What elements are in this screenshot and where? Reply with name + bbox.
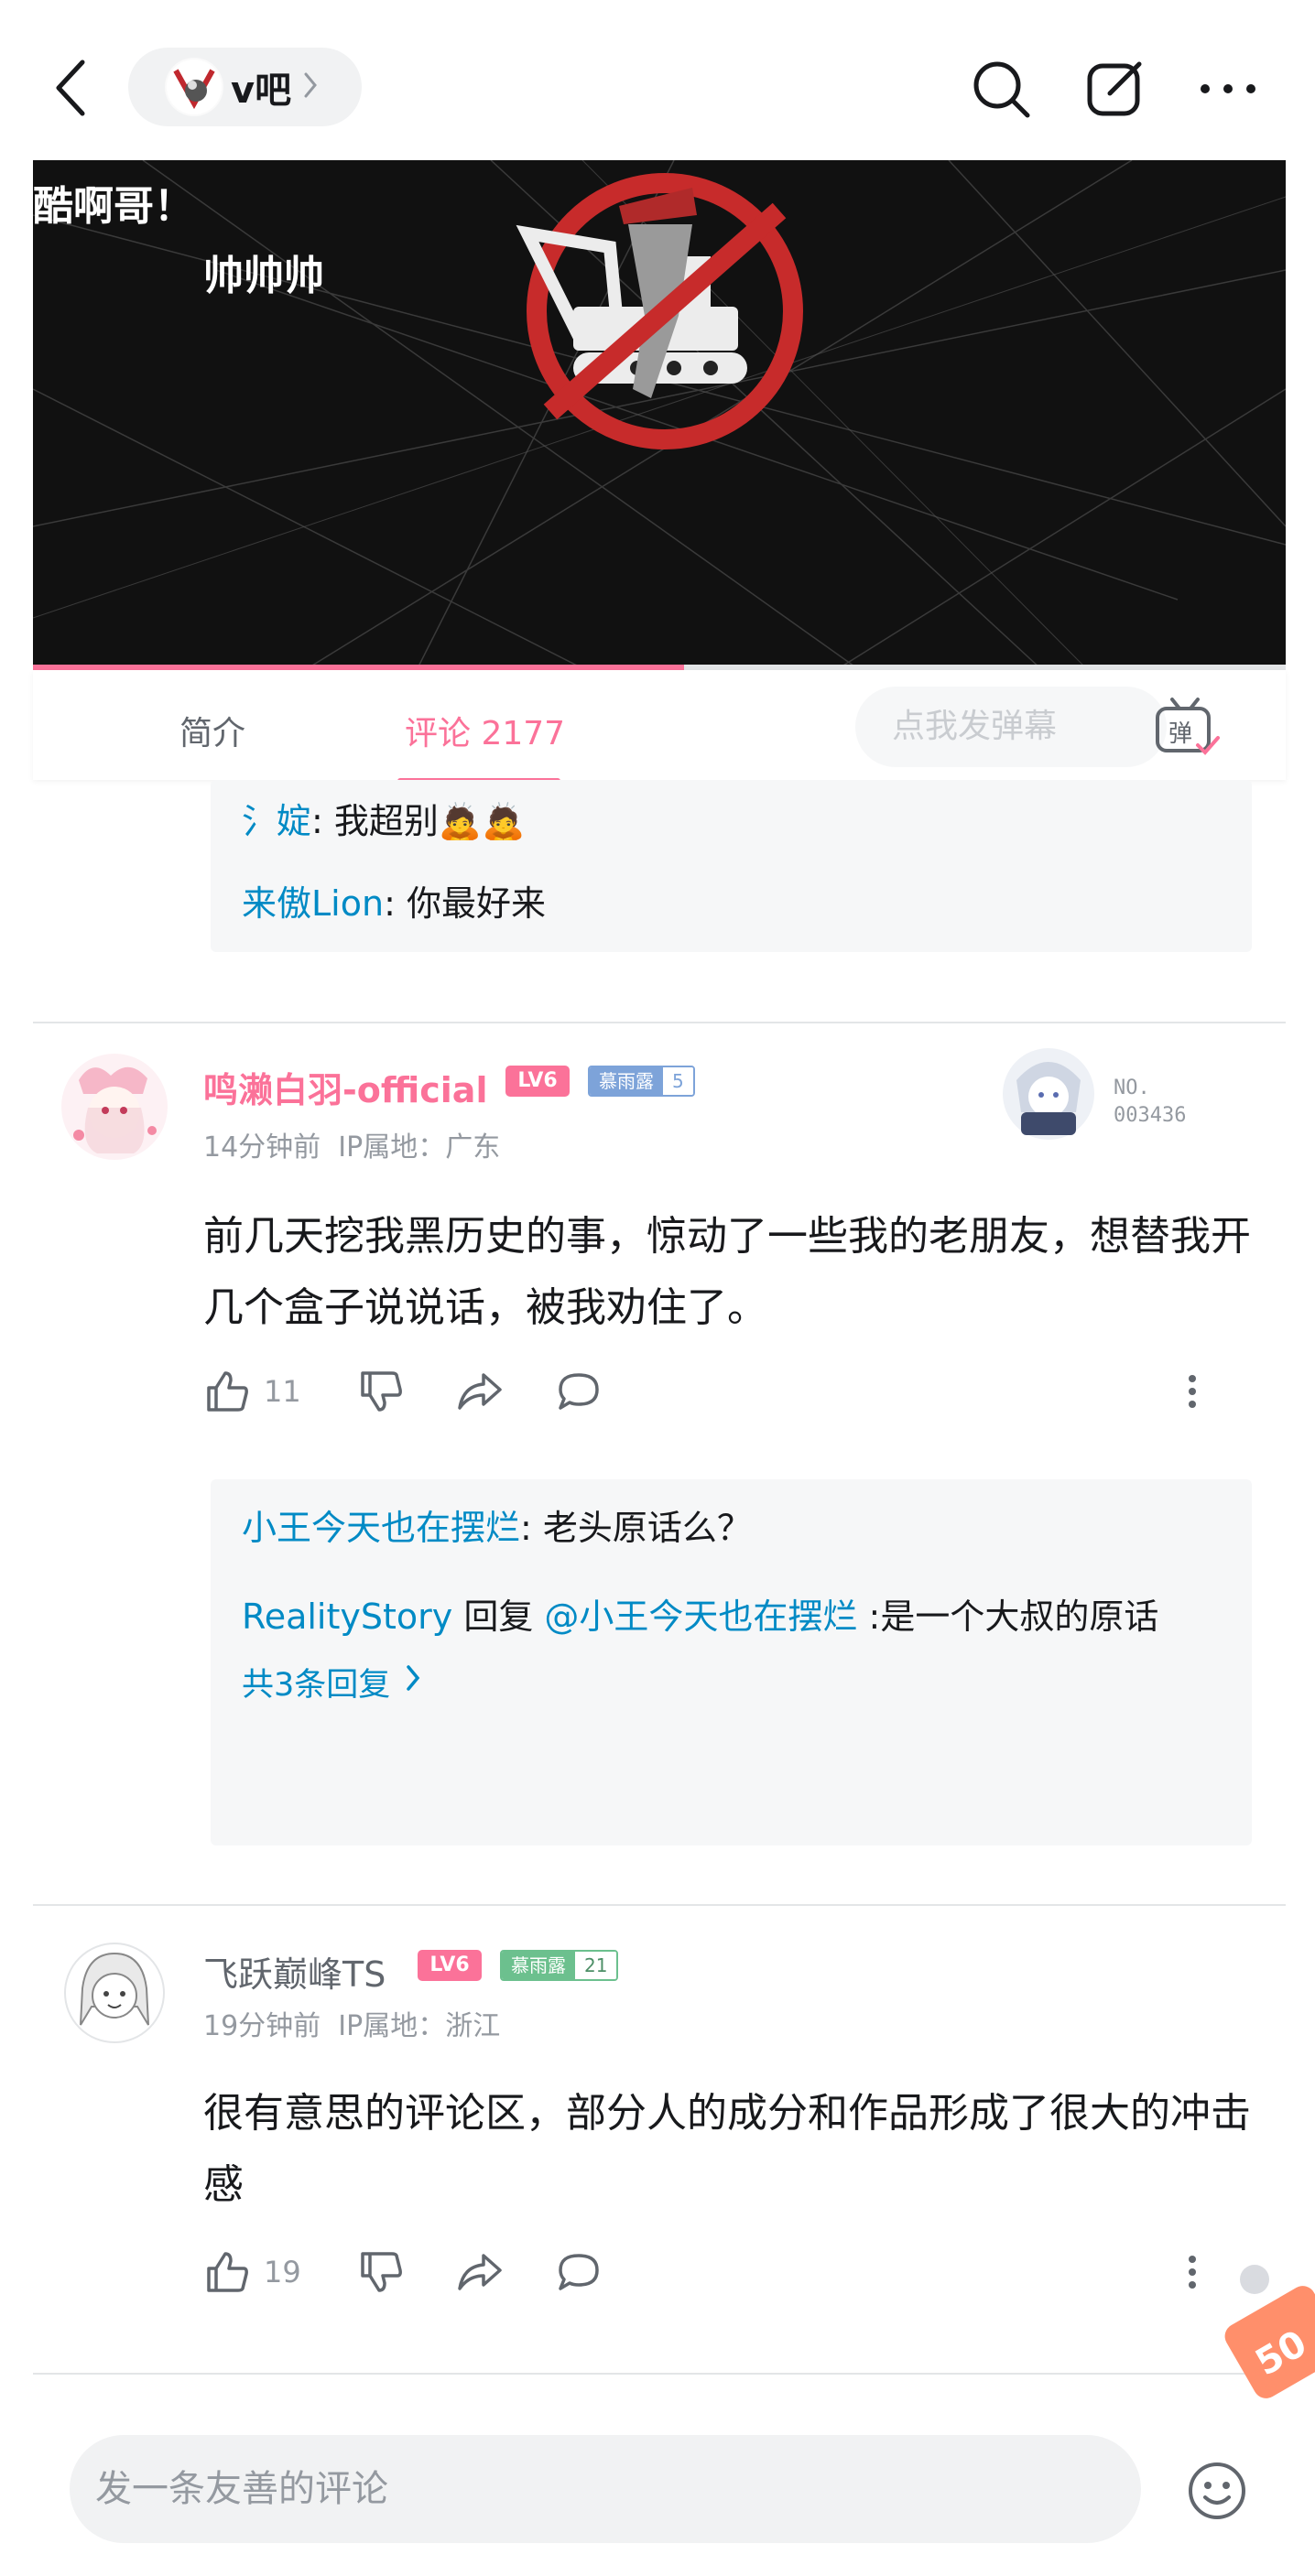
comment-text: 前几天挖我黑历史的事，惊动了一些我的老朋友，想替我开几个盒子说说话，被我劝住了。 (203, 1213, 1251, 1331)
comment-more-icon[interactable] (1183, 1368, 1201, 1415)
reply-text: :是一个大叔的原话 (857, 1596, 1159, 1637)
more-icon[interactable] (1196, 57, 1260, 121)
comment-time: 19分钟前 (203, 2010, 321, 2042)
comment-more-icon[interactable] (1183, 2248, 1201, 2296)
floating-promo-badge[interactable]: 50 (1218, 2261, 1315, 2398)
level-badge: LV6 (418, 1950, 482, 1981)
view-more-replies[interactable]: 共3条回复 (242, 1659, 1221, 1705)
like-button[interactable]: 19 (203, 2248, 301, 2296)
fan-medal-level: 21 (575, 1952, 617, 1979)
reply-mention[interactable]: @小王今天也在摆烂 (544, 1596, 857, 1637)
danmaku-toggle-icon[interactable]: 弹 (1150, 696, 1223, 760)
thumb-up-icon (203, 1368, 251, 1415)
comment-username[interactable]: 鸣濑白羽-official (203, 1062, 487, 1112)
reply-preview-box[interactable]: 小王今天也在摆烂: 老头原话么？ RealityStory 回复 @小王今天也在… (211, 1479, 1252, 1845)
reply-username[interactable]: 小王今天也在摆烂 (242, 1508, 520, 1548)
reply-item: RealityStory 回复 @小王今天也在摆烂 :是一个大叔的原话 (242, 1584, 1221, 1650)
channel-name: v吧 (231, 70, 292, 112)
reply-text: : 我超别🙇🙇 (311, 801, 526, 841)
comment-item: 鸣濑白羽-official LV6 慕雨露 5 14分钟前 IP属地：广东 NO… (0, 1044, 1315, 1867)
comment-item: 飞跃巅峰TS LV6 慕雨露 21 19分钟前 IP属地：浙江 很有意思的评论区… (0, 1922, 1315, 2343)
reply-connector: 回复 (452, 1596, 545, 1637)
level-badge: LV6 (505, 1066, 570, 1097)
reply-preview-box[interactable]: 氵婝: 我超别🙇🙇 来傲Lion: 你最好来 (211, 780, 1252, 952)
reply-text: : 你最好来 (384, 883, 546, 924)
fan-medal-name: 慕雨露 (502, 1952, 575, 1979)
comment-meta: 19分钟前 IP属地：浙江 (203, 2003, 500, 2043)
fan-medal-name: 慕雨露 (590, 1067, 663, 1095)
reply-username[interactable]: 来傲Lion (242, 883, 384, 924)
danmaku-input[interactable]: 点我发弹幕 (855, 687, 1167, 767)
comment-actions: 19 (203, 2248, 1247, 2303)
back-icon[interactable] (46, 55, 97, 121)
chevron-right-icon (302, 70, 319, 103)
thumb-down-icon (357, 1368, 405, 1415)
reply-item: 来傲Lion: 你最好来 (242, 879, 1221, 928)
comment-time: 14分钟前 (203, 1131, 321, 1164)
channel-pill[interactable]: v吧 (128, 48, 362, 126)
comment-meta: 14分钟前 IP属地：广东 (203, 1124, 500, 1164)
danmaku-icon-label: 弹 (1168, 720, 1192, 748)
nft-label: NO. (1114, 1077, 1150, 1099)
thumb-up-icon (203, 2248, 251, 2296)
share-icon (456, 2248, 504, 2296)
reply-button[interactable] (555, 1368, 603, 1415)
chevron-right-icon (405, 1663, 421, 1701)
comment-bubble-icon (555, 2248, 603, 2296)
comment-text: 很有意思的评论区，部分人的成分和作品形成了很大的冲击感 (203, 2090, 1251, 2208)
comment-ip: IP属地：浙江 (338, 2010, 501, 2042)
comment-username[interactable]: 飞跃巅峰TS (203, 1946, 386, 1997)
nft-number: 003436 (1114, 1104, 1187, 1127)
tab-comments[interactable]: 评论 2177 (405, 707, 565, 754)
edit-icon[interactable] (1084, 57, 1148, 121)
divider (33, 2373, 1286, 2375)
emoji-icon[interactable] (1187, 2461, 1247, 2521)
avatar[interactable] (60, 1053, 168, 1161)
video-overlay-text: 酷啊哥！ (33, 183, 194, 230)
reply-item: 小王今天也在摆烂: 老头原话么？ (242, 1503, 1221, 1553)
nft-card[interactable]: NO. 003436 (998, 1044, 1218, 1144)
share-button[interactable] (456, 1368, 504, 1415)
video-player[interactable]: 酷啊哥！ 帅帅帅 (33, 160, 1286, 668)
reply-text: : 老头原话么？ (520, 1508, 752, 1548)
video-overlay-text: 帅帅帅 (203, 253, 324, 299)
tab-intro[interactable]: 简介 (179, 707, 245, 754)
search-icon[interactable] (969, 57, 1033, 121)
reply-username[interactable]: 氵婝 (242, 801, 311, 841)
comment-actions: 11 (203, 1368, 1247, 1423)
share-button[interactable] (456, 2248, 504, 2296)
dislike-button[interactable] (357, 2248, 405, 2296)
fan-medal[interactable]: 慕雨露 5 (588, 1066, 695, 1097)
like-count: 11 (264, 1374, 301, 1409)
divider (33, 1022, 1286, 1023)
like-button[interactable]: 11 (203, 1368, 301, 1415)
bottom-comment-bar: 发一条友善的评论 (0, 2398, 1315, 2576)
comment-bubble-icon (555, 1368, 603, 1415)
channel-avatar (165, 58, 223, 116)
video-frame (33, 160, 1286, 668)
more-replies-label: 共3条回复 (242, 1667, 391, 1704)
fan-medal[interactable]: 慕雨露 21 (500, 1950, 619, 1981)
avatar[interactable] (64, 1943, 165, 2043)
reply-button[interactable] (555, 2248, 603, 2296)
reply-username[interactable]: RealityStory (242, 1596, 452, 1637)
top-nav-bar: v吧 (0, 0, 1315, 160)
thumb-down-icon (357, 2248, 405, 2296)
fan-medal-level: 5 (663, 1067, 693, 1095)
like-count: 19 (264, 2255, 301, 2289)
reply-item: 氵婝: 我超别🙇🙇 (242, 796, 1221, 846)
comment-input[interactable]: 发一条友善的评论 (70, 2435, 1141, 2543)
divider (33, 1904, 1286, 1906)
comment-ip: IP属地：广东 (338, 1131, 501, 1164)
dislike-button[interactable] (357, 1368, 405, 1415)
tab-bar: 简介 评论 2177 点我发弹幕 弹 (33, 670, 1286, 784)
nft-card-image (1003, 1048, 1094, 1140)
share-icon (456, 1368, 504, 1415)
